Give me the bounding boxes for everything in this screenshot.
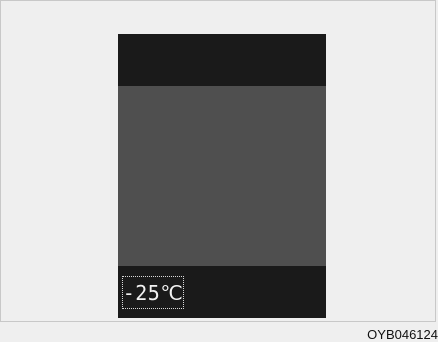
outside-temperature-highlight: -25℃ (122, 276, 184, 309)
display-top-bar (118, 34, 326, 86)
cluster-display: -25℃ (118, 34, 326, 318)
outside-temperature-value: -25℃ (122, 280, 184, 305)
image-code-label: OYB046124 (367, 327, 438, 342)
display-bottom-bar: -25℃ (118, 266, 326, 318)
display-main-area (118, 86, 326, 266)
